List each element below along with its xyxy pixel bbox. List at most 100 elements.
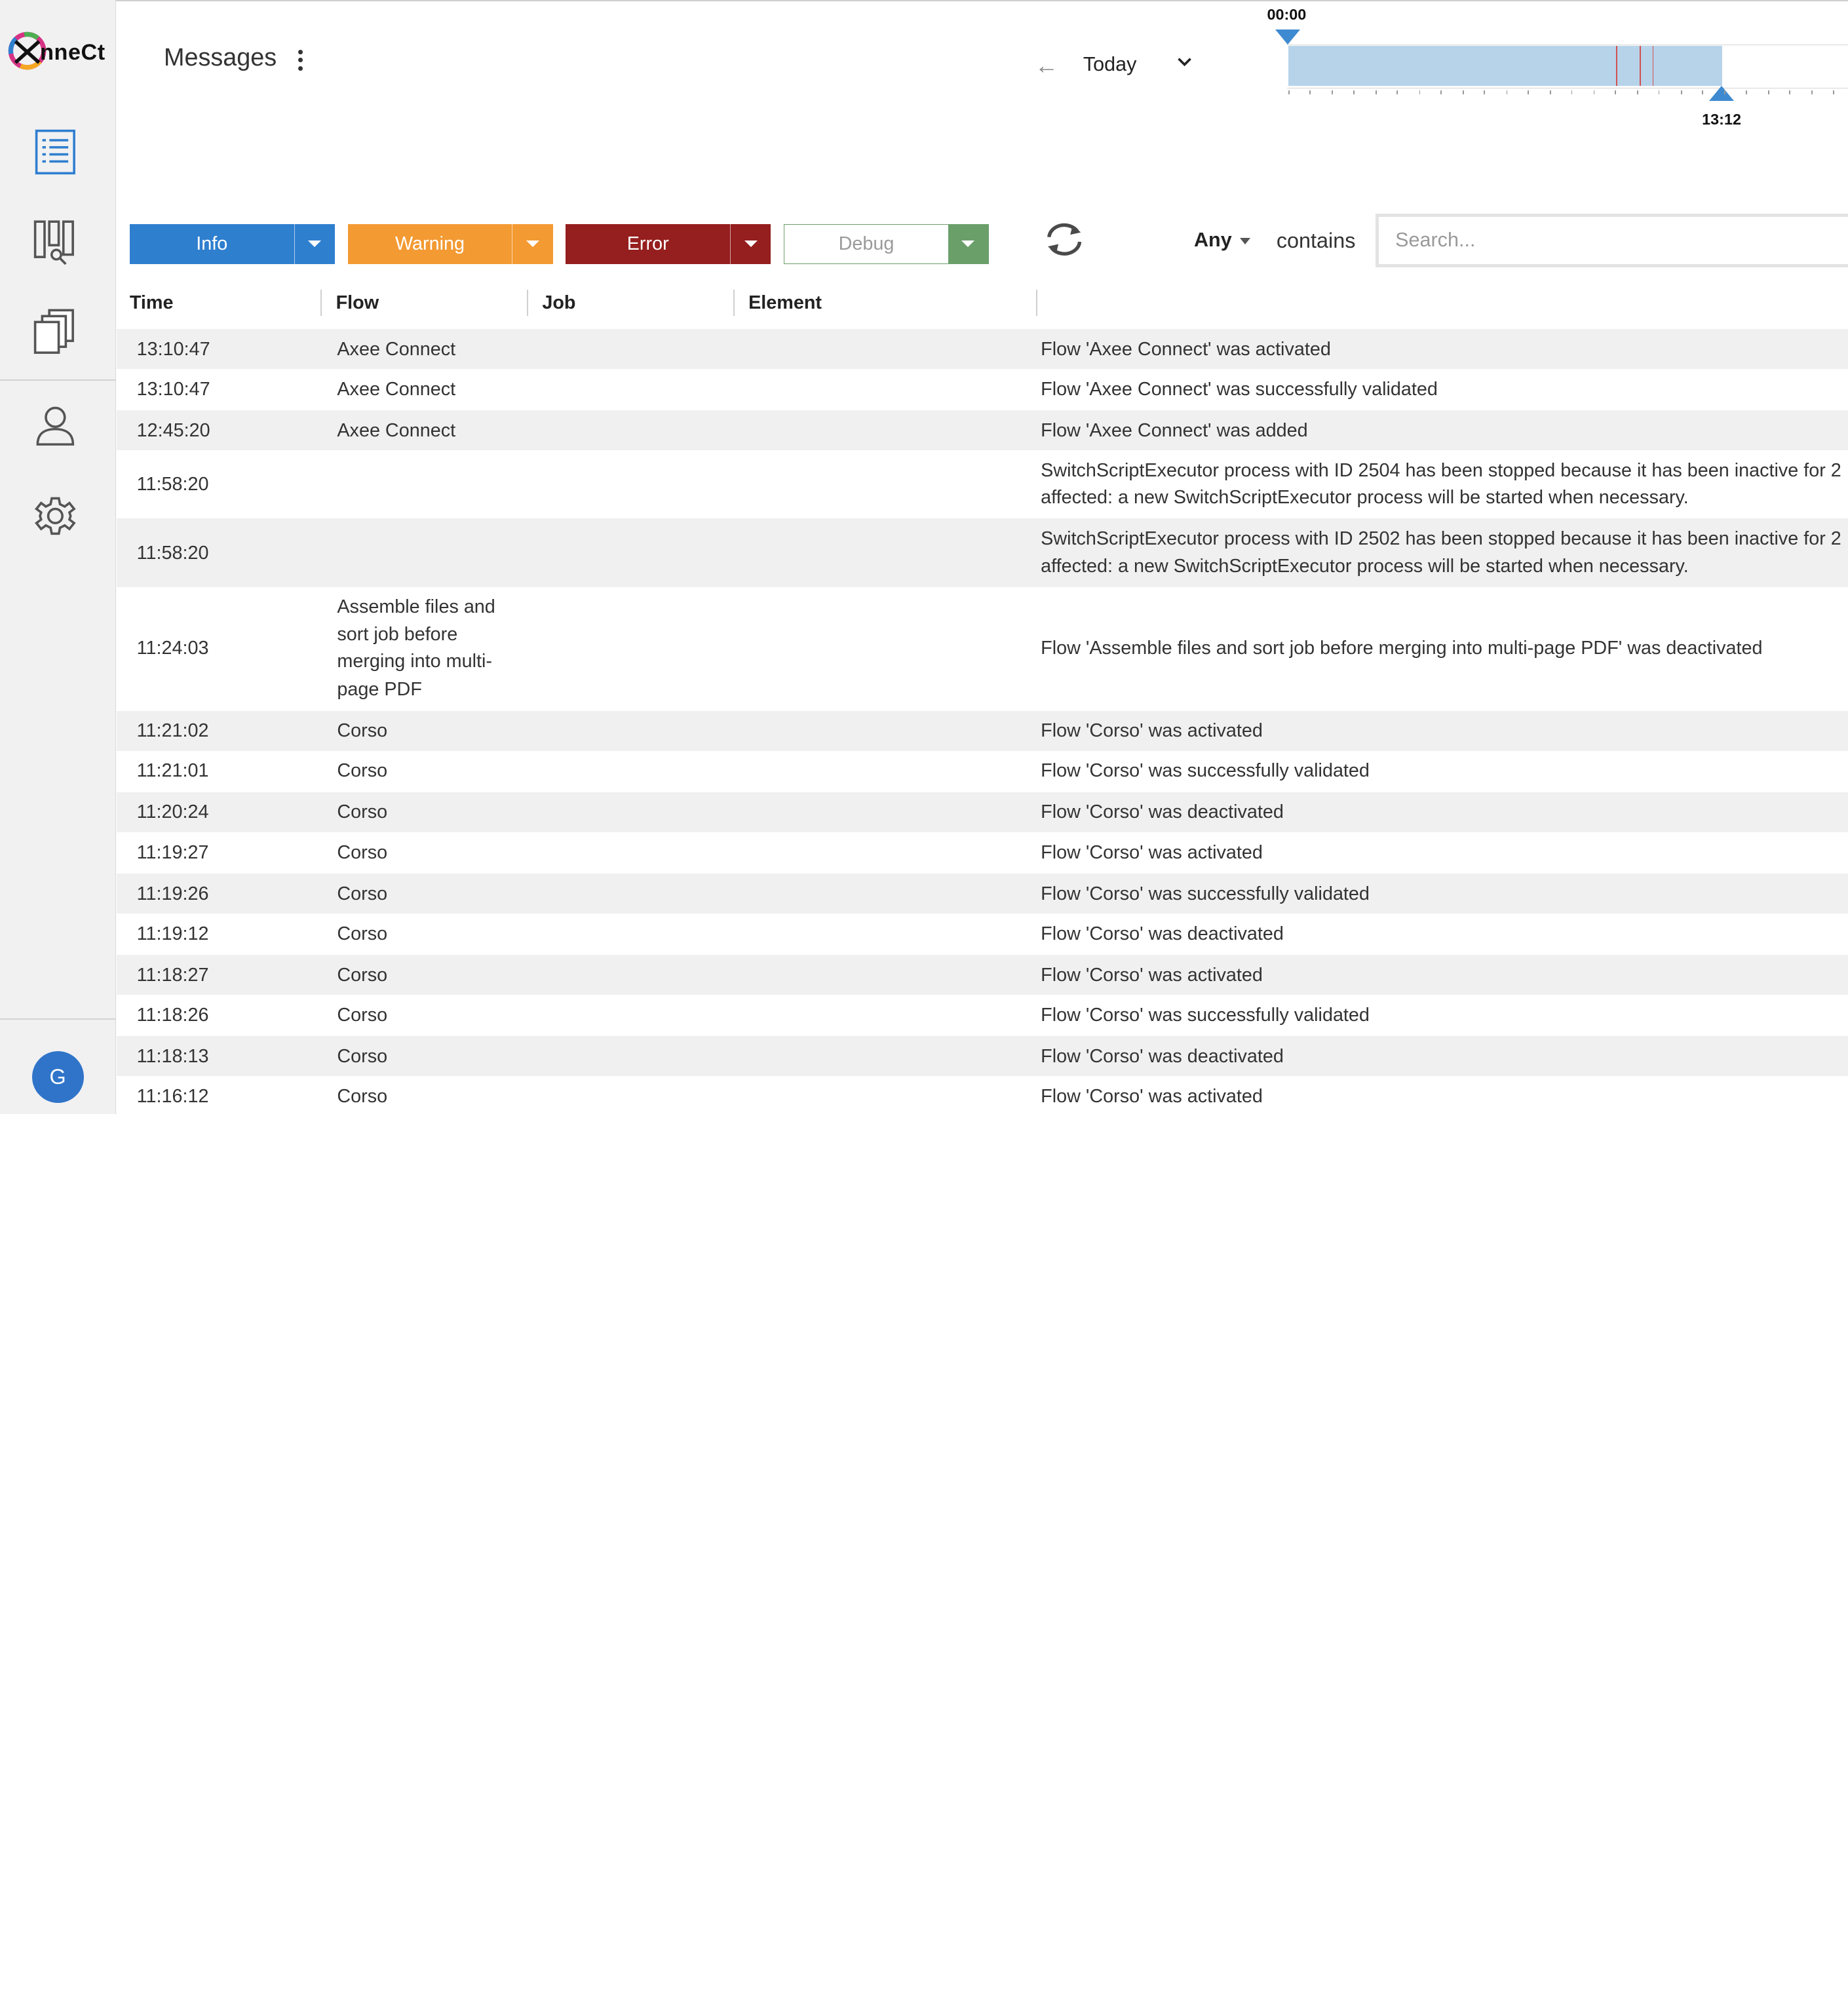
cell-time: 11:21:02 <box>136 720 209 742</box>
cell-time: 11:19:27 <box>136 841 209 863</box>
column-resizer[interactable] <box>526 290 528 316</box>
cell-message: Flow 'Corso' was deactivated <box>1041 923 1284 944</box>
cell-time: 11:18:26 <box>136 1004 209 1026</box>
cell-flow: Axee Connect <box>337 378 456 400</box>
error-filter-dropdown[interactable] <box>730 223 771 264</box>
cell-time: 11:21:01 <box>136 760 209 782</box>
search-operator: contains <box>1276 228 1356 252</box>
user-avatar[interactable]: G <box>31 1051 84 1104</box>
debug-filter-button[interactable]: Debug <box>784 223 990 264</box>
error-filter-label: Error <box>626 233 669 254</box>
documents-icon <box>34 309 75 354</box>
table-row[interactable]: 13:10:47 Axee Connect Flow 'Axee Connect… <box>117 369 1848 410</box>
caret-down-icon[interactable] <box>1240 238 1251 244</box>
cell-message: Flow 'Corso' was activated <box>1041 964 1263 986</box>
cell-time: 11:58:20 <box>136 542 209 564</box>
column-header-flow[interactable]: Flow <box>336 292 379 314</box>
list-icon <box>35 129 76 175</box>
search-input[interactable] <box>1375 213 1848 268</box>
nav-users[interactable] <box>28 398 83 453</box>
timeline-ticks <box>1288 90 1848 95</box>
column-resizer[interactable] <box>320 290 322 316</box>
cell-flow: Corso <box>337 883 388 904</box>
column-resizer[interactable] <box>1035 290 1037 316</box>
sidebar: nneCt G <box>0 0 117 1114</box>
table-row[interactable]: 11:18:13 Corso Flow 'Corso' was deactiva… <box>117 1035 1848 1077</box>
cell-flow-line-2: sort job before <box>337 623 458 645</box>
cell-flow: Corso <box>337 923 388 944</box>
timeline-start-label: 00:00 <box>1267 5 1307 23</box>
table-row[interactable]: 11:21:01 Corso Flow 'Corso' was successf… <box>117 751 1848 792</box>
table-row[interactable]: 11:20:24 Corso Flow 'Corso' was deactiva… <box>117 792 1848 832</box>
table-row[interactable]: 13:10:47 Axee Connect Flow 'Axee Connect… <box>117 328 1848 369</box>
nav-settings[interactable] <box>28 489 83 543</box>
table-row[interactable]: 11:18:26 Corso Flow 'Corso' was successf… <box>117 995 1848 1036</box>
nav-jobs[interactable] <box>28 304 83 358</box>
cell-message-continued: affected: a new SwitchScriptExecutor pro… <box>1041 487 1689 509</box>
timeline-error-marker <box>1615 46 1617 87</box>
refresh-icon[interactable] <box>1042 218 1087 261</box>
cell-message: Flow 'Corso' was activated <box>1041 1085 1263 1107</box>
table-row[interactable]: 11:18:27 Corso Flow 'Corso' was activate… <box>117 954 1848 995</box>
cell-flow: Axee Connect <box>337 419 456 441</box>
error-filter-button[interactable]: Error <box>566 223 771 264</box>
cell-time: 11:18:13 <box>136 1045 209 1067</box>
timeline-error-marker <box>1639 46 1641 87</box>
nav-flows[interactable] <box>28 214 83 269</box>
cell-message-continued: affected: a new SwitchScriptExecutor pro… <box>1041 555 1689 577</box>
cell-time: 13:10:47 <box>136 338 210 360</box>
cell-time: 11:16:12 <box>136 1085 209 1107</box>
nav-messages[interactable] <box>28 125 83 180</box>
cell-message: Flow 'Corso' was successfully validated <box>1041 883 1370 904</box>
cell-time: 11:18:27 <box>136 964 209 986</box>
table-row[interactable]: 11:58:20 SwitchScriptExecutor process wi… <box>117 518 1848 587</box>
debug-filter-label: Debug <box>838 233 895 254</box>
warning-filter-label: Warning <box>395 233 465 254</box>
table-row[interactable]: 11:19:12 Corso Flow 'Corso' was deactiva… <box>117 914 1848 955</box>
more-options-icon[interactable] <box>292 47 309 73</box>
column-resizer[interactable] <box>733 290 735 316</box>
cell-message: Flow 'Corso' was deactivated <box>1041 801 1284 823</box>
timeline-end-label: 13:12 <box>1702 111 1741 128</box>
cell-time: 12:45:20 <box>136 419 210 441</box>
arrow-left-icon[interactable]: ← <box>1035 52 1058 79</box>
column-header-job[interactable]: Job <box>542 292 575 314</box>
cell-time: 11:19:12 <box>136 923 209 944</box>
caret-down-icon <box>961 241 975 247</box>
app-root: nneCt G Messages ← Today 00:00 13:12 Inf… <box>0 0 1848 2004</box>
timeline-error-marker <box>1652 46 1654 87</box>
info-filter-dropdown[interactable] <box>294 223 335 264</box>
app-logo[interactable]: nneCt <box>5 26 115 78</box>
table-row[interactable]: 11:24:03 Assemble files and sort job bef… <box>117 587 1848 711</box>
cell-flow: Corso <box>337 801 388 823</box>
warning-filter-button[interactable]: Warning <box>347 223 553 264</box>
table-row[interactable]: 12:45:20 Axee Connect Flow 'Axee Connect… <box>117 410 1848 451</box>
cell-flow: Corso <box>337 1085 388 1107</box>
period-select[interactable]: Today <box>1083 53 1137 76</box>
table-row[interactable]: 11:19:27 Corso Flow 'Corso' was activate… <box>117 832 1848 874</box>
cell-message: Flow 'Axee Connect' was added <box>1041 419 1308 441</box>
cell-message: Flow 'Axee Connect' was successfully val… <box>1041 378 1438 400</box>
timeline-start-handle[interactable] <box>1275 29 1301 45</box>
debug-filter-dropdown[interactable] <box>948 224 989 263</box>
cell-time: 11:58:20 <box>136 474 209 495</box>
table-row[interactable]: 11:16:12 Corso Flow 'Corso' was activate… <box>117 1076 1848 1114</box>
cell-message: Flow 'Axee Connect' was activated <box>1041 338 1331 360</box>
table-row[interactable]: 11:58:20 SwitchScriptExecutor process wi… <box>117 450 1848 518</box>
caret-down-icon <box>526 241 539 247</box>
warning-filter-dropdown[interactable] <box>512 223 552 264</box>
table-row[interactable]: 11:21:02 Corso Flow 'Corso' was activate… <box>117 710 1848 751</box>
cell-flow: Axee Connect <box>337 338 456 360</box>
table-row[interactable]: 11:19:26 Corso Flow 'Corso' was successf… <box>117 873 1848 914</box>
column-header-time[interactable]: Time <box>130 292 174 314</box>
top-divider <box>0 0 1848 1</box>
cell-flow: Corso <box>337 964 388 986</box>
chevron-down-icon[interactable] <box>1176 56 1193 68</box>
cell-flow: Corso <box>337 760 388 782</box>
timeline-selected-range[interactable] <box>1288 46 1722 87</box>
sidebar-divider <box>0 379 116 381</box>
cell-flow: Corso <box>337 1004 388 1026</box>
search-scope-select[interactable]: Any <box>1194 229 1232 252</box>
info-filter-button[interactable]: Info <box>129 223 335 264</box>
column-header-element[interactable]: Element <box>748 292 822 314</box>
